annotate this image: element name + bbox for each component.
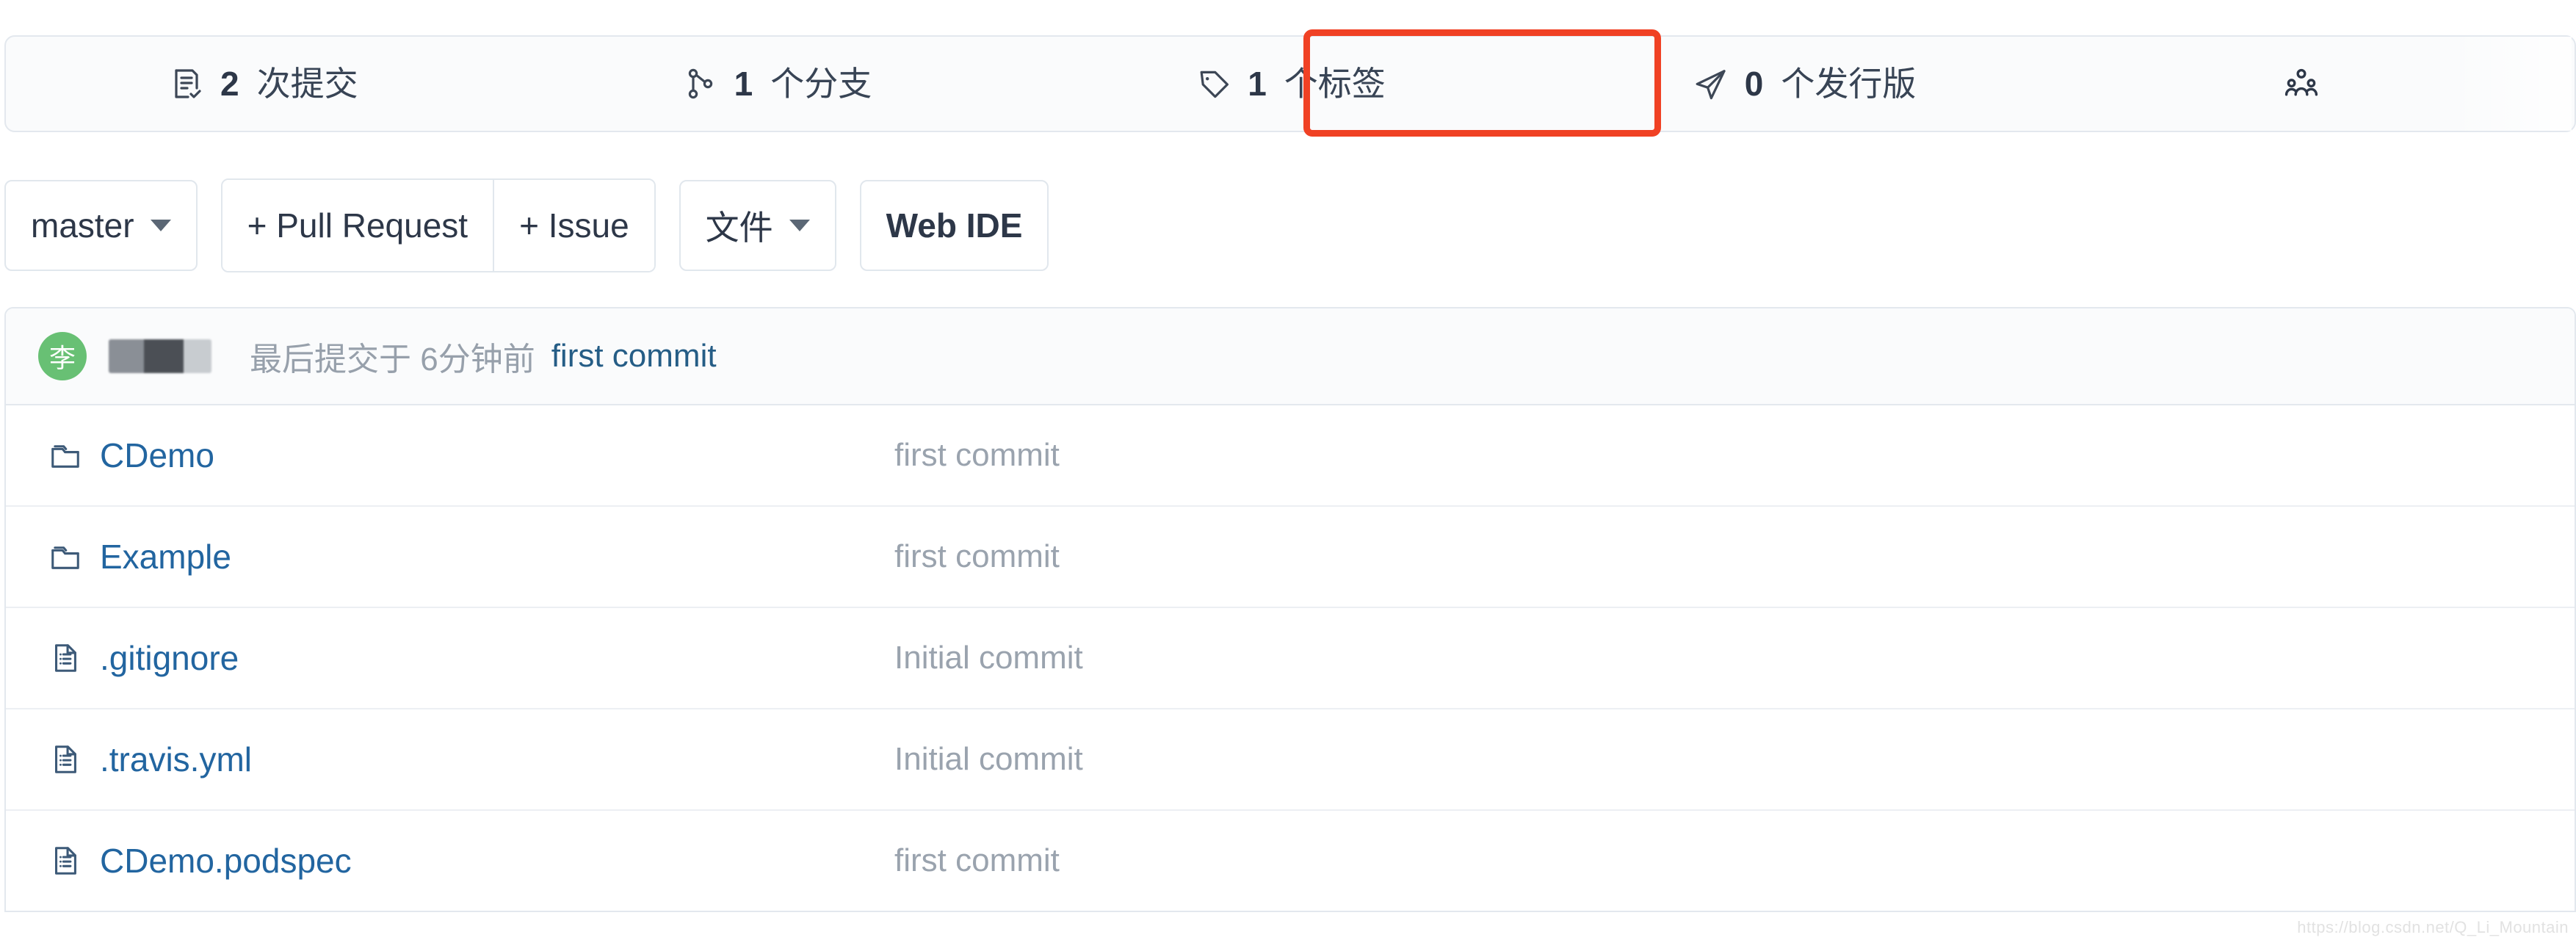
file-link[interactable]: .gitignore bbox=[100, 638, 239, 678]
file-link[interactable]: Example bbox=[100, 537, 231, 577]
file-name-cell: CDemo bbox=[6, 436, 894, 475]
stat-commits[interactable]: 2 次提交 bbox=[6, 37, 520, 131]
chevron-down-icon bbox=[150, 220, 171, 231]
file-name-cell: Example bbox=[6, 537, 894, 577]
latest-commit-message-link[interactable]: first commit bbox=[551, 338, 717, 375]
file-link[interactable]: CDemo.podspec bbox=[100, 841, 352, 881]
file-commit-message: first commit bbox=[894, 437, 1060, 473]
file-link[interactable]: CDemo bbox=[100, 436, 214, 475]
table-row[interactable]: CDemo first commit bbox=[6, 405, 2575, 507]
latest-commit-header: 李 最后提交于 6分钟前 first commit bbox=[6, 308, 2575, 405]
last-commit-time: 最后提交于 6分钟前 bbox=[250, 342, 535, 377]
file-commit-message: Initial commit bbox=[894, 741, 1083, 777]
author-name-redacted bbox=[109, 339, 211, 373]
branch-selector-button[interactable]: master bbox=[4, 180, 198, 271]
table-row[interactable]: .gitignore Initial commit bbox=[6, 608, 2575, 709]
file-commit-message: first commit bbox=[894, 538, 1060, 574]
pr-issue-button-group: + Pull Request + Issue bbox=[220, 178, 656, 272]
stat-releases-label: 个发行版 bbox=[1781, 65, 1917, 103]
folder-icon bbox=[47, 437, 84, 474]
git-branch-icon bbox=[681, 65, 720, 103]
stat-commits-count: 2 bbox=[220, 65, 239, 103]
file-name-cell: .gitignore bbox=[6, 638, 894, 678]
files-menu-label: 文件 bbox=[705, 209, 773, 247]
stat-branches-count: 1 bbox=[734, 65, 753, 103]
repository-stats-bar: 2 次提交 1 个分支 1 个标签 0 个发行版 bbox=[4, 35, 2576, 132]
file-name-cell: CDemo.podspec bbox=[6, 841, 894, 881]
web-ide-button[interactable]: Web IDE bbox=[859, 180, 1049, 271]
file-commit-message: first commit bbox=[894, 842, 1060, 878]
avatar[interactable]: 李 bbox=[38, 332, 87, 380]
table-row[interactable]: Example first commit bbox=[6, 507, 2575, 608]
stat-contributors[interactable] bbox=[2061, 37, 2575, 131]
stat-tags[interactable]: 1 个标签 bbox=[1033, 37, 1547, 131]
watermark: https://blog.csdn.net/Q_Li_Mountain bbox=[2297, 918, 2569, 936]
new-issue-button[interactable]: + Issue bbox=[493, 180, 654, 271]
repository-toolbar: master + Pull Request + Issue 文件 Web IDE bbox=[4, 178, 1049, 272]
stat-releases-count: 0 bbox=[1744, 65, 1764, 103]
table-row[interactable]: .travis.yml Initial commit bbox=[6, 709, 2575, 811]
file-icon bbox=[47, 741, 84, 778]
stat-branches[interactable]: 1 个分支 bbox=[520, 37, 1034, 131]
tag-icon bbox=[1195, 65, 1233, 103]
stat-branches-label: 个分支 bbox=[770, 65, 872, 103]
stat-releases[interactable]: 0 个发行版 bbox=[1547, 37, 2061, 131]
file-link[interactable]: .travis.yml bbox=[100, 740, 252, 779]
file-icon bbox=[47, 842, 84, 879]
stat-tags-count: 1 bbox=[1248, 65, 1267, 103]
new-pull-request-button[interactable]: + Pull Request bbox=[222, 180, 493, 271]
chevron-down-icon bbox=[789, 220, 810, 231]
stat-tags-label: 个标签 bbox=[1284, 65, 1386, 103]
branch-selector-label: master bbox=[31, 206, 134, 245]
file-name-cell: .travis.yml bbox=[6, 740, 894, 779]
commit-history-icon bbox=[167, 65, 206, 103]
file-browser-table: 李 最后提交于 6分钟前 first commit CDemo first co… bbox=[4, 307, 2576, 912]
file-icon bbox=[47, 640, 84, 676]
table-row[interactable]: CDemo.podspec first commit bbox=[6, 811, 2575, 911]
contributors-people-icon bbox=[2282, 65, 2320, 103]
release-rocket-icon bbox=[1692, 65, 1730, 103]
stat-commits-label: 次提交 bbox=[256, 65, 358, 103]
files-menu-button[interactable]: 文件 bbox=[679, 180, 836, 271]
folder-icon bbox=[47, 538, 84, 575]
repository-page: 2 次提交 1 个分支 1 个标签 0 个发行版 master + Pull R… bbox=[0, 0, 2576, 943]
file-commit-message: Initial commit bbox=[894, 640, 1083, 676]
